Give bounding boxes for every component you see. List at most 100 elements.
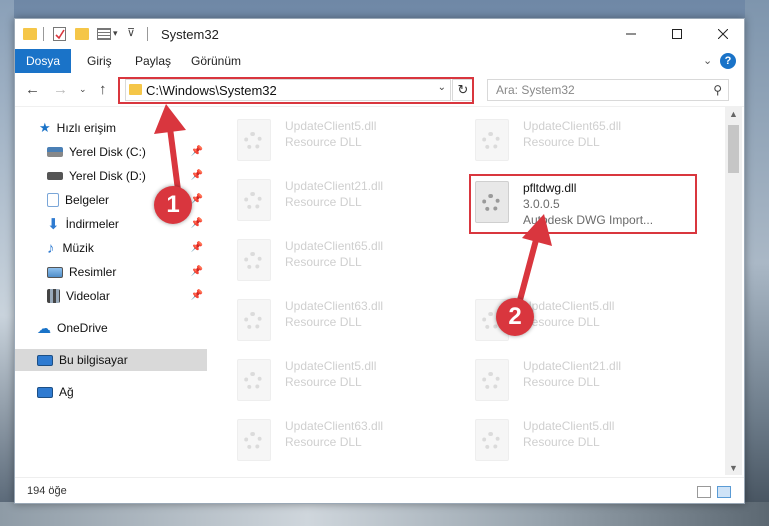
- list-item[interactable]: UpdateClient5.dll Resource DLL: [475, 413, 695, 469]
- sidebar-item-label: İndirmeler: [65, 217, 119, 231]
- minimize-icon: [626, 33, 636, 35]
- up-arrow-icon[interactable]: ↑: [99, 81, 107, 98]
- new-folder-icon[interactable]: [75, 28, 89, 40]
- file-name: UpdateClient5.dll: [523, 299, 615, 313]
- file-name: UpdateClient21.dll: [523, 359, 622, 373]
- pin-icon[interactable]: 📌: [191, 290, 203, 301]
- search-icon: ⚲: [713, 83, 722, 97]
- search-input[interactable]: Ara: System32 ⚲: [487, 79, 729, 101]
- sidebar-item-videos[interactable]: Videolar 📌: [15, 285, 207, 307]
- dll-file-icon: [237, 119, 271, 161]
- star-icon: ★: [39, 120, 51, 135]
- onedrive-icon: ☁: [37, 319, 51, 336]
- customize-toolbar-icon[interactable]: ⊽: [127, 26, 135, 42]
- file-description: Resource DLL: [285, 435, 362, 449]
- file-name: UpdateClient65.dll: [523, 119, 622, 133]
- file-description: Resource DLL: [285, 375, 362, 389]
- videos-icon: [47, 289, 60, 303]
- sidebar-item-network[interactable]: Ağ: [15, 381, 207, 403]
- dll-file-icon: [237, 179, 271, 221]
- sidebar-item-drive-c[interactable]: Yerel Disk (C:) 📌: [15, 141, 207, 163]
- sidebar-item-onedrive[interactable]: ☁ OneDrive: [15, 317, 207, 339]
- search-placeholder: Ara: System32: [496, 83, 575, 97]
- pin-icon[interactable]: 📌: [191, 170, 203, 181]
- pin-icon[interactable]: 📌: [191, 146, 203, 157]
- title-bar: ▾ ⊽ System32: [15, 19, 744, 49]
- file-description: Resource DLL: [285, 255, 362, 269]
- tab-home[interactable]: Giriş: [75, 49, 124, 73]
- list-item[interactable]: UpdateClient65.dll Resource DLL: [475, 113, 695, 169]
- help-button[interactable]: ?: [720, 53, 736, 69]
- tab-share[interactable]: Paylaş: [123, 49, 183, 73]
- sidebar-item-drive-d[interactable]: Yerel Disk (D:) 📌: [15, 165, 207, 187]
- close-button[interactable]: [700, 19, 744, 49]
- sidebar-item-music[interactable]: ♪ Müzik 📌: [15, 237, 207, 259]
- file-description: Resource DLL: [523, 435, 600, 449]
- dropdown-icon[interactable]: ▾: [113, 28, 118, 44]
- desktop-background-left: [0, 0, 14, 526]
- pin-icon[interactable]: 📌: [191, 194, 203, 205]
- sidebar-item-label: Hızlı erişim: [56, 121, 116, 135]
- list-item[interactable]: UpdateClient63.dll Resource DLL: [237, 413, 457, 469]
- pin-icon[interactable]: 📌: [191, 218, 203, 229]
- list-item[interactable]: UpdateClient65.dll Resource DLL: [237, 233, 457, 289]
- file-name: UpdateClient5.dll: [285, 359, 377, 373]
- dll-file-icon: [237, 419, 271, 461]
- sidebar-item-label: Yerel Disk (D:): [69, 169, 146, 183]
- maximize-button[interactable]: [654, 19, 700, 49]
- navigation-pane: ★ Hızlı erişim Yerel Disk (C:) 📌 Yerel D…: [15, 107, 207, 475]
- minimize-button[interactable]: [608, 19, 654, 49]
- dll-file-icon: [237, 239, 271, 281]
- forward-arrow-icon[interactable]: →: [53, 81, 68, 98]
- desktop-background-bottom: [0, 502, 769, 526]
- scroll-up-icon[interactable]: ▲: [729, 109, 738, 119]
- sidebar-item-this-pc[interactable]: Bu bilgisayar: [15, 349, 207, 371]
- scroll-down-icon[interactable]: ▼: [729, 463, 738, 473]
- list-item[interactable]: UpdateClient5.dll Resource DLL: [237, 353, 457, 409]
- file-list: UpdateClient5.dll Resource DLL UpdateCli…: [225, 107, 723, 475]
- address-highlight: [118, 77, 474, 104]
- window-title: System32: [161, 27, 219, 42]
- pin-icon[interactable]: 📌: [191, 242, 203, 253]
- file-description: Resource DLL: [523, 375, 600, 389]
- scroll-thumb[interactable]: [728, 125, 739, 173]
- dll-file-icon: [475, 119, 509, 161]
- folder-icon: [23, 28, 37, 40]
- sidebar-item-quick-access[interactable]: ★ Hızlı erişim: [15, 117, 207, 139]
- title-separator: [43, 27, 44, 41]
- music-icon: ♪: [47, 239, 55, 257]
- sidebar-item-label: Ağ: [59, 385, 74, 399]
- view-options-icon[interactable]: [97, 28, 111, 40]
- file-description: Resource DLL: [285, 315, 362, 329]
- dll-file-icon: [237, 299, 271, 341]
- list-item[interactable]: UpdateClient63.dll Resource DLL: [237, 293, 457, 349]
- file-name: UpdateClient5.dll: [523, 419, 615, 433]
- recent-locations-icon[interactable]: ⌄: [79, 84, 87, 95]
- list-item[interactable]: UpdateClient5.dll Resource DLL: [237, 113, 457, 169]
- file-description: Resource DLL: [285, 135, 362, 149]
- tiles-view-icon[interactable]: [717, 486, 731, 498]
- close-icon: [718, 29, 728, 39]
- sidebar-item-label: Yerel Disk (C:): [69, 145, 146, 159]
- vertical-scrollbar[interactable]: ▲ ▼: [725, 107, 742, 475]
- expand-ribbon-icon[interactable]: ⌄: [703, 54, 712, 67]
- details-view-icon[interactable]: [697, 486, 711, 498]
- drive-d-icon: [47, 172, 63, 180]
- dll-file-icon: [237, 359, 271, 401]
- file-description: Resource DLL: [523, 315, 600, 329]
- tab-view[interactable]: Görünüm: [179, 49, 253, 73]
- back-arrow-icon[interactable]: ←: [25, 81, 40, 98]
- pin-icon[interactable]: 📌: [191, 266, 203, 277]
- file-description: Resource DLL: [523, 135, 600, 149]
- properties-icon[interactable]: [53, 27, 66, 41]
- sidebar-item-label: Videolar: [66, 289, 110, 303]
- sidebar-item-label: Belgeler: [65, 193, 110, 207]
- pictures-icon: [47, 266, 63, 278]
- sidebar-item-pictures[interactable]: Resimler 📌: [15, 261, 207, 283]
- list-item[interactable]: UpdateClient21.dll Resource DLL: [475, 353, 695, 409]
- dll-file-icon: [475, 419, 509, 461]
- list-item[interactable]: UpdateClient21.dll Resource DLL: [237, 173, 457, 229]
- item-count: 194 öğe: [27, 485, 67, 497]
- status-bar: 194 öğe: [15, 477, 744, 503]
- file-name: UpdateClient65.dll: [285, 239, 384, 253]
